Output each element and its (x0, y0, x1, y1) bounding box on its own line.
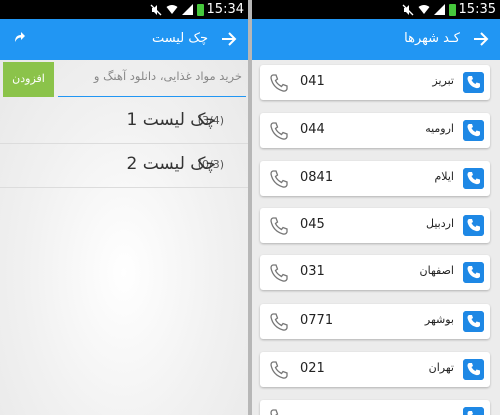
contact-icon (463, 359, 484, 380)
status-icons (150, 3, 204, 16)
city-codes-screen: 15:35 کـد شهرها 041 تبریز 044 ارومیه 084… (252, 0, 500, 415)
city-card[interactable]: 044 ارومیه (260, 113, 490, 148)
wifi-icon (418, 5, 430, 14)
share-icon[interactable] (12, 30, 26, 44)
phone-icon[interactable] (269, 73, 289, 93)
signal-icon (182, 4, 193, 15)
list-item[interactable]: (3/4) چک لیست 1 (0, 100, 248, 144)
status-time: 15:34 (206, 2, 244, 17)
list-item-name: چک لیست 2 (126, 154, 216, 174)
phone-icon[interactable] (269, 312, 289, 332)
phone-icon[interactable] (269, 360, 289, 380)
list-item-name: چک لیست 1 (126, 110, 216, 130)
city-card[interactable]: 0771 بوشهر (260, 304, 490, 339)
city-name: تبریز (432, 74, 454, 87)
page-title: کـد شهرها (404, 31, 460, 46)
city-code: 044 (300, 122, 325, 137)
signal-icon (434, 4, 445, 15)
contact-icon (463, 215, 484, 236)
status-bar: 15:34 (0, 0, 248, 19)
phone-icon[interactable] (269, 169, 289, 189)
status-icons (402, 3, 456, 16)
list-item[interactable]: (0/3) چک لیست 2 (0, 144, 248, 188)
status-time: 15:35 (458, 2, 496, 17)
contact-icon (463, 262, 484, 283)
city-card[interactable] (260, 400, 490, 415)
city-code: 031 (300, 264, 325, 279)
app-bar: کـد شهرها (252, 19, 500, 60)
city-code: 045 (300, 217, 325, 232)
city-list: 041 تبریز 044 ارومیه 0841 ایلام 045 اردب… (252, 60, 500, 415)
status-bar: 15:35 (252, 0, 500, 19)
checklist-screen: 15:34 چک لیست افزودن خرید مواد غذایی، دا… (0, 0, 248, 415)
contact-icon (463, 72, 484, 93)
city-code: 021 (300, 361, 325, 376)
contact-icon (463, 168, 484, 189)
phone-icon[interactable] (269, 216, 289, 236)
arrow-right-icon[interactable] (220, 29, 238, 49)
contact-icon (463, 311, 484, 332)
contact-icon (463, 407, 484, 415)
city-card[interactable]: 0841 ایلام (260, 161, 490, 196)
battery-icon (449, 3, 456, 16)
wifi-icon (166, 5, 178, 14)
mute-icon (150, 4, 162, 15)
contact-icon (463, 120, 484, 141)
city-card[interactable]: 045 اردبیل (260, 208, 490, 243)
city-name: اصفهان (419, 264, 454, 277)
city-name: ایلام (434, 170, 455, 183)
page-title: چک لیست (151, 31, 208, 46)
phone-icon[interactable] (269, 263, 289, 283)
app-bar: چک لیست (0, 19, 248, 60)
city-card[interactable]: 041 تبریز (260, 65, 490, 100)
city-code: 0771 (300, 313, 334, 328)
battery-icon (197, 3, 204, 16)
city-card[interactable]: 021 تهران (260, 352, 490, 387)
city-code: 0841 (300, 170, 334, 185)
mute-icon (402, 4, 414, 15)
phone-icon[interactable] (269, 121, 289, 141)
city-name: بوشهر (424, 313, 454, 326)
add-button[interactable]: افزودن (3, 62, 54, 97)
city-name: تهران (428, 361, 454, 374)
arrow-right-icon[interactable] (472, 29, 490, 49)
new-list-input[interactable]: خرید مواد غذایی، دانلود آهنگ و (58, 62, 246, 97)
city-name: اردبیل (426, 217, 454, 230)
phone-icon[interactable] (269, 408, 289, 415)
city-name: ارومیه (425, 122, 454, 135)
city-card[interactable]: 031 اصفهان (260, 255, 490, 290)
city-code: 041 (300, 74, 325, 89)
